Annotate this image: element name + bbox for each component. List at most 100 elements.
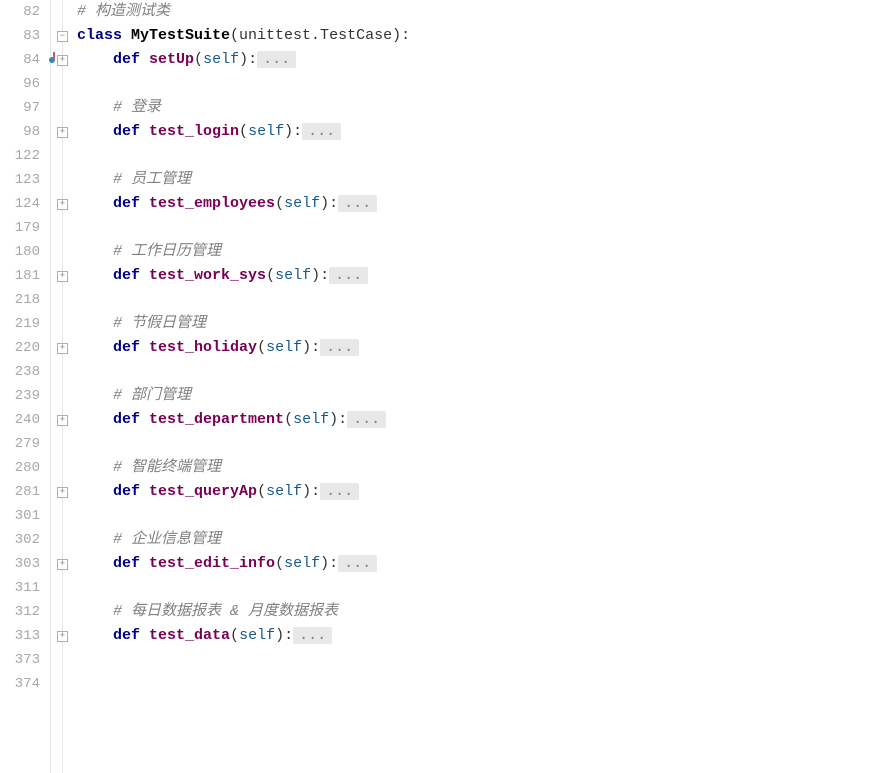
- token-param: self: [284, 555, 320, 572]
- code-line[interactable]: class MyTestSuite(unittest.TestCase):: [77, 24, 895, 48]
- line-number: 373: [0, 648, 46, 672]
- token-comment: # 企业信息管理: [113, 531, 221, 548]
- line-number: 281: [0, 480, 46, 504]
- line-number: 238: [0, 360, 46, 384]
- code-line[interactable]: # 工作日历管理: [77, 240, 895, 264]
- line-number: 279: [0, 432, 46, 456]
- token-fn: test_login: [149, 123, 239, 140]
- code-line[interactable]: # 员工管理: [77, 168, 895, 192]
- code-line[interactable]: # 登录: [77, 96, 895, 120]
- line-number: 240: [0, 408, 46, 432]
- token-punct: (: [194, 51, 203, 68]
- token-folded: ...: [320, 339, 359, 356]
- token-comment: # 工作日历管理: [113, 243, 221, 260]
- expand-fold-icon[interactable]: [57, 55, 68, 66]
- fold-guide-line: [62, 0, 63, 773]
- code-line[interactable]: def test_login(self):...: [77, 120, 895, 144]
- token-fn: test_employees: [149, 195, 275, 212]
- token-folded: ...: [329, 267, 368, 284]
- token-folded: ...: [293, 627, 332, 644]
- line-number: 374: [0, 672, 46, 696]
- code-line[interactable]: # 企业信息管理: [77, 528, 895, 552]
- token-folded: ...: [257, 51, 296, 68]
- code-line[interactable]: def test_employees(self):...: [77, 192, 895, 216]
- token-punct: (: [257, 339, 266, 356]
- token-comment: # 部门管理: [113, 387, 191, 404]
- expand-fold-icon[interactable]: [57, 199, 68, 210]
- token-fn: test_holiday: [149, 339, 257, 356]
- token-param: self: [266, 483, 302, 500]
- expand-fold-icon[interactable]: [57, 127, 68, 138]
- code-line[interactable]: def test_work_sys(self):...: [77, 264, 895, 288]
- code-line[interactable]: [77, 144, 895, 168]
- code-line[interactable]: [77, 504, 895, 528]
- line-number: 179: [0, 216, 46, 240]
- code-line[interactable]: # 每日数据报表 & 月度数据报表: [77, 600, 895, 624]
- line-number: 82: [0, 0, 46, 24]
- code-line[interactable]: # 智能终端管理: [77, 456, 895, 480]
- token-fn: test_edit_info: [149, 555, 275, 572]
- line-number: 220: [0, 336, 46, 360]
- collapse-fold-icon[interactable]: [57, 31, 68, 42]
- line-number: 122: [0, 144, 46, 168]
- line-number: 181: [0, 264, 46, 288]
- code-line[interactable]: # 节假日管理: [77, 312, 895, 336]
- token-punct: (: [239, 123, 248, 140]
- line-number: 302: [0, 528, 46, 552]
- token-fn: setUp: [149, 51, 194, 68]
- code-line[interactable]: def test_edit_info(self):...: [77, 552, 895, 576]
- token-comment: # 每日数据报表 & 月度数据报表: [113, 603, 338, 620]
- token-folded: ...: [302, 123, 341, 140]
- expand-fold-icon[interactable]: [57, 559, 68, 570]
- code-line[interactable]: [77, 216, 895, 240]
- token-param: self: [239, 627, 275, 644]
- code-line[interactable]: def test_queryAp(self):...: [77, 480, 895, 504]
- expand-fold-icon[interactable]: [57, 271, 68, 282]
- line-number: 303: [0, 552, 46, 576]
- token-kw: def: [113, 123, 149, 140]
- expand-fold-icon[interactable]: [57, 631, 68, 642]
- code-line[interactable]: def setUp(self):...: [77, 48, 895, 72]
- token-punct: (: [275, 195, 284, 212]
- token-kw: class: [77, 27, 131, 44]
- token-comment: # 构造测试类: [77, 3, 170, 20]
- code-line[interactable]: def test_holiday(self):...: [77, 336, 895, 360]
- code-line[interactable]: [77, 648, 895, 672]
- code-line[interactable]: [77, 72, 895, 96]
- token-fn: test_work_sys: [149, 267, 266, 284]
- code-line[interactable]: [77, 576, 895, 600]
- token-comment: # 智能终端管理: [113, 459, 221, 476]
- line-number: 239: [0, 384, 46, 408]
- token-param: self: [266, 339, 302, 356]
- token-punct: (: [230, 627, 239, 644]
- line-number: 84: [0, 48, 46, 72]
- code-area[interactable]: # 构造测试类 class MyTestSuite(unittest.TestCa…: [75, 0, 895, 773]
- code-line[interactable]: # 部门管理: [77, 384, 895, 408]
- line-number: 280: [0, 456, 46, 480]
- expand-fold-icon[interactable]: [57, 487, 68, 498]
- change-marker-icon: [53, 52, 55, 60]
- token-comment: # 员工管理: [113, 171, 191, 188]
- token-kw: def: [113, 195, 149, 212]
- line-number: 218: [0, 288, 46, 312]
- token-fn: test_data: [149, 627, 230, 644]
- code-line[interactable]: [77, 288, 895, 312]
- line-number: 301: [0, 504, 46, 528]
- code-line[interactable]: def test_department(self):...: [77, 408, 895, 432]
- code-line[interactable]: [77, 432, 895, 456]
- code-editor[interactable]: 8283849697981221231241791801812182192202…: [0, 0, 895, 773]
- expand-fold-icon[interactable]: [57, 415, 68, 426]
- token-folded: ...: [320, 483, 359, 500]
- token-punct: ):: [320, 555, 338, 572]
- line-number: 123: [0, 168, 46, 192]
- token-kw: def: [113, 339, 149, 356]
- code-line[interactable]: def test_data(self):...: [77, 624, 895, 648]
- code-line[interactable]: [77, 360, 895, 384]
- token-punct: ):: [329, 411, 347, 428]
- expand-fold-icon[interactable]: [57, 343, 68, 354]
- token-punct: ):: [302, 339, 320, 356]
- token-punct: ):: [275, 627, 293, 644]
- code-line[interactable]: # 构造测试类: [77, 0, 895, 24]
- token-param: self: [284, 195, 320, 212]
- code-line[interactable]: [77, 672, 895, 696]
